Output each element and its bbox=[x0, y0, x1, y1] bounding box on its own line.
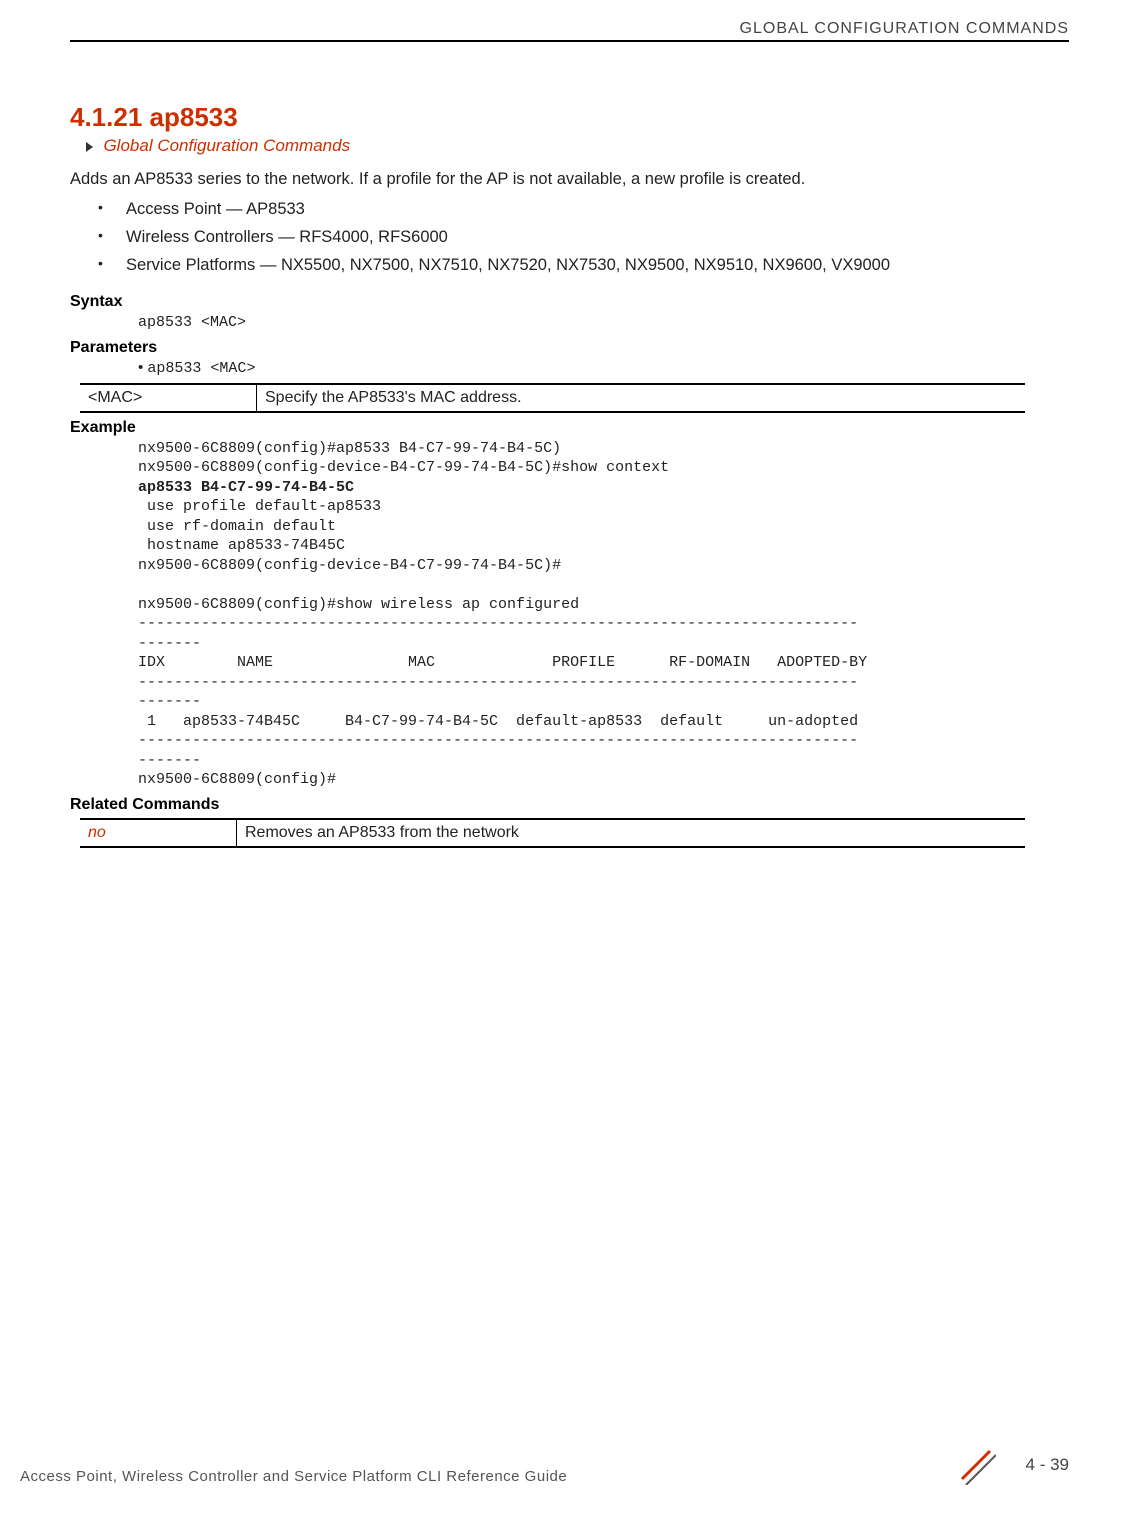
list-item: Access Point — AP8533 bbox=[98, 197, 1069, 222]
parameters-bullet: ap8533 <MAC> bbox=[138, 359, 1069, 377]
section-title: 4.1.21 ap8533 bbox=[70, 102, 1069, 133]
header-rule bbox=[70, 40, 1069, 42]
breadcrumb-link[interactable]: Global Configuration Commands bbox=[103, 136, 350, 155]
table-row: <MAC> Specify the AP8533's MAC address. bbox=[80, 384, 1025, 412]
ex-line: ----------------------------------------… bbox=[138, 615, 858, 632]
ex-line: nx9500-6C8809(config)#show wireless ap c… bbox=[138, 596, 579, 613]
param-desc-cell: Specify the AP8533's MAC address. bbox=[257, 384, 1026, 412]
related-command-link[interactable]: no bbox=[80, 819, 237, 847]
slash-icon bbox=[956, 1445, 996, 1485]
list-item: Service Platforms — NX5500, NX7500, NX75… bbox=[98, 253, 1069, 278]
ex-line: ----------------------------------------… bbox=[138, 674, 858, 691]
param-code: ap8533 <MAC> bbox=[147, 360, 255, 377]
ex-line: ----------------------------------------… bbox=[138, 732, 858, 749]
ex-line: nx9500-6C8809(config-device-B4-C7-99-74-… bbox=[138, 459, 669, 476]
ex-line: IDX NAME MAC PROFILE RF-DOMAIN ADOPTED-B… bbox=[138, 654, 867, 671]
table-row: no Removes an AP8533 from the network bbox=[80, 819, 1025, 847]
parameters-heading: Parameters bbox=[70, 339, 1069, 357]
triangle-icon bbox=[86, 142, 93, 152]
ex-line: nx9500-6C8809(config)# bbox=[138, 771, 336, 788]
ex-line: nx9500-6C8809(config)#ap8533 B4-C7-99-74… bbox=[138, 440, 561, 457]
ex-line-bold: ap8533 B4-C7-99-74-B4-5C bbox=[138, 479, 354, 496]
syntax-heading: Syntax bbox=[70, 293, 1069, 311]
header-category: GLOBAL CONFIGURATION COMMANDS bbox=[70, 20, 1069, 38]
page-footer: Access Point, Wireless Controller and Se… bbox=[0, 1445, 1129, 1485]
related-table: no Removes an AP8533 from the network bbox=[80, 818, 1025, 848]
ex-line: ------- bbox=[138, 752, 201, 769]
ex-line: nx9500-6C8809(config-device-B4-C7-99-74-… bbox=[138, 557, 561, 574]
param-name-cell: <MAC> bbox=[80, 384, 257, 412]
intro-text: Adds an AP8533 series to the network. If… bbox=[70, 170, 1069, 189]
ex-line: use rf-domain default bbox=[138, 518, 336, 535]
supported-devices-list: Access Point — AP8533 Wireless Controlle… bbox=[98, 197, 1069, 277]
syntax-code: ap8533 <MAC> bbox=[138, 313, 1069, 333]
parameters-table: <MAC> Specify the AP8533's MAC address. bbox=[80, 383, 1025, 413]
ex-line: ------- bbox=[138, 693, 201, 710]
ex-line: use profile default-ap8533 bbox=[138, 498, 381, 515]
footer-title: Access Point, Wireless Controller and Se… bbox=[20, 1468, 567, 1485]
breadcrumb-row: Global Configuration Commands bbox=[86, 136, 1069, 156]
page-number: 4 - 39 bbox=[1026, 1455, 1069, 1475]
ex-line: hostname ap8533-74B45C bbox=[138, 537, 345, 554]
related-desc-cell: Removes an AP8533 from the network bbox=[237, 819, 1026, 847]
ex-line: ------- bbox=[138, 635, 201, 652]
example-heading: Example bbox=[70, 419, 1069, 437]
related-heading: Related Commands bbox=[70, 796, 1069, 814]
ex-line: 1 ap8533-74B45C B4-C7-99-74-B4-5C defaul… bbox=[138, 713, 858, 730]
example-block: nx9500-6C8809(config)# ap8533 B4-C7-99-74… bbox=[138, 439, 1069, 790]
list-item: Wireless Controllers — RFS4000, RFS6000 bbox=[98, 225, 1069, 250]
